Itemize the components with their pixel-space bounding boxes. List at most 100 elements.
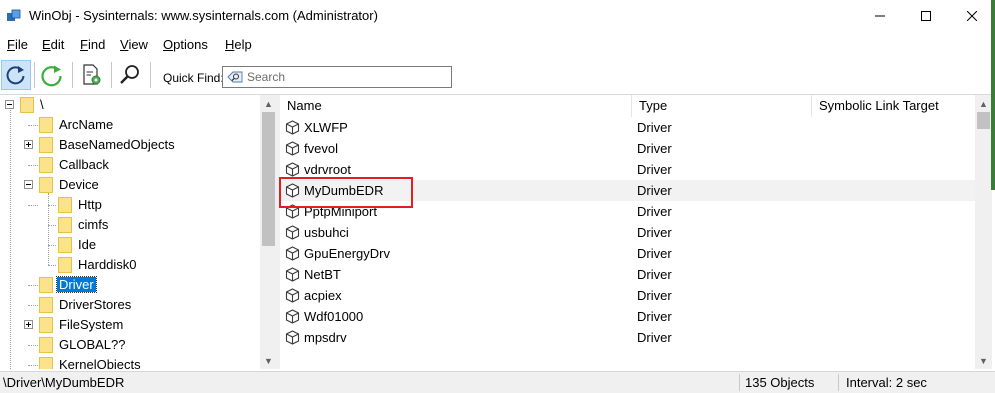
- cell-type: Driver: [637, 141, 672, 156]
- driver-object-icon: [285, 330, 300, 345]
- driver-object-icon: [285, 141, 300, 156]
- minimize-icon: [875, 15, 885, 17]
- status-bar: \Driver\MyDumbEDR 135 Objects Interval: …: [0, 371, 995, 393]
- refresh-button[interactable]: [1, 60, 31, 90]
- properties-button[interactable]: [76, 60, 106, 90]
- column-header-symlink-target[interactable]: Symbolic Link Target: [812, 95, 975, 117]
- tree-item-label: ArcName: [59, 117, 114, 132]
- cell-name: mpsdrv: [304, 330, 347, 345]
- auto-refresh-button[interactable]: [37, 60, 67, 90]
- table-row[interactable]: NetBT Driver: [280, 264, 975, 285]
- expand-icon[interactable]: [24, 320, 33, 329]
- collapse-icon[interactable]: [24, 180, 33, 189]
- cell-name: XLWFP: [304, 120, 348, 135]
- driver-object-icon: [285, 225, 300, 240]
- scroll-down-icon[interactable]: ▼: [260, 352, 277, 369]
- tree-item-label: FileSystem: [59, 317, 124, 332]
- find-icon: [120, 65, 139, 84]
- menu-file[interactable]: File: [7, 37, 28, 52]
- tree-item-label: Harddisk0: [78, 257, 137, 272]
- maximize-icon: [921, 11, 931, 21]
- tree-item-global[interactable]: GLOBAL??: [0, 335, 260, 355]
- table-row[interactable]: mpsdrv Driver: [280, 327, 975, 348]
- folder-icon: [39, 137, 53, 153]
- status-separator: [739, 374, 740, 391]
- tree-item-label: cimfs: [78, 217, 109, 232]
- winobj-app-icon: [7, 9, 21, 21]
- driver-object-icon: [285, 288, 300, 303]
- background-window-edge: [991, 0, 995, 190]
- cell-type: Driver: [637, 246, 672, 261]
- menu-find[interactable]: Find: [80, 37, 105, 52]
- tree-item-filesystem[interactable]: FileSystem: [0, 315, 260, 335]
- table-row[interactable]: GpuEnergyDrv Driver: [280, 243, 975, 264]
- toolbar-separator: [150, 62, 151, 88]
- title-bar: WinObj - Sysinternals: www.sysinternals.…: [0, 0, 995, 32]
- folder-icon: [58, 197, 72, 213]
- tree-item-cimfs[interactable]: cimfs: [0, 215, 260, 235]
- tree-item-callback[interactable]: Callback: [0, 155, 260, 175]
- scroll-thumb[interactable]: [262, 112, 275, 246]
- driver-object-icon: [285, 162, 300, 177]
- folder-icon: [20, 97, 34, 113]
- tree-item-label: Callback: [59, 157, 109, 172]
- tree-item-label: DriverStores: [59, 297, 132, 312]
- cell-type: Driver: [637, 162, 672, 177]
- tree-item-arcname[interactable]: ArcName: [0, 115, 260, 135]
- menu-help[interactable]: Help: [225, 37, 252, 52]
- driver-object-icon: [285, 246, 300, 261]
- driver-object-icon: [285, 120, 300, 135]
- folder-icon: [58, 217, 72, 233]
- collapse-icon[interactable]: [5, 100, 14, 109]
- scroll-up-icon[interactable]: ▲: [260, 95, 277, 112]
- toolbar-separator: [72, 62, 73, 88]
- quick-find-input[interactable]: [247, 69, 447, 85]
- tree-item-driverstores[interactable]: DriverStores: [0, 295, 260, 315]
- tree-item-root[interactable]: \: [0, 95, 260, 115]
- tree-item-label: BaseNamedObjects: [59, 137, 175, 152]
- table-row[interactable]: fvevol Driver: [280, 138, 975, 159]
- tree-item-basenamedobjects[interactable]: BaseNamedObjects: [0, 135, 260, 155]
- column-header-name[interactable]: Name: [280, 95, 632, 117]
- expand-icon[interactable]: [24, 140, 33, 149]
- cell-name: GpuEnergyDrv: [304, 246, 390, 261]
- properties-icon: [83, 64, 101, 85]
- status-refresh-interval: Interval: 2 sec: [846, 375, 927, 390]
- cell-name: acpiex: [304, 288, 342, 303]
- scroll-down-icon[interactable]: ▼: [975, 352, 992, 369]
- cell-name: vdrvroot: [304, 162, 351, 177]
- tree-item-label: KernelObjects: [59, 357, 141, 369]
- menu-edit[interactable]: Edit: [42, 37, 64, 52]
- object-list[interactable]: Name Type Symbolic Link Target XLWFP Driv…: [280, 95, 995, 369]
- cell-type: Driver: [637, 288, 672, 303]
- object-tree[interactable]: \ ArcName BaseNamedObjects Callback Devi…: [0, 95, 277, 369]
- maximize-button[interactable]: [903, 0, 949, 32]
- menu-options[interactable]: Options: [163, 37, 208, 52]
- quick-find-box[interactable]: [222, 66, 452, 88]
- list-scrollbar[interactable]: ▲ ▼: [975, 95, 992, 369]
- search-icon: [227, 71, 243, 83]
- cell-name: Wdf01000: [304, 309, 364, 324]
- tree-item-ide[interactable]: Ide: [0, 235, 260, 255]
- annotation-highlight-box: [279, 177, 413, 208]
- cell-type: Driver: [637, 330, 672, 345]
- tree-item-device[interactable]: Device: [0, 175, 260, 195]
- tree-item-http[interactable]: Http: [0, 195, 260, 215]
- tree-item-driver[interactable]: Driver: [0, 275, 260, 295]
- tree-item-label: Ide: [78, 237, 97, 252]
- tree-scrollbar[interactable]: ▲ ▼: [260, 95, 277, 369]
- minimize-button[interactable]: [857, 0, 903, 32]
- tree-item-kernelobjects[interactable]: KernelObjects: [0, 355, 260, 369]
- table-row[interactable]: usbuhci Driver: [280, 222, 975, 243]
- toolbar: [0, 58, 995, 95]
- table-row[interactable]: Wdf01000 Driver: [280, 306, 975, 327]
- find-button[interactable]: [115, 60, 145, 90]
- scroll-thumb[interactable]: [977, 112, 990, 129]
- scroll-up-icon[interactable]: ▲: [975, 95, 992, 112]
- tree-item-harddisk0[interactable]: Harddisk0: [0, 255, 260, 275]
- table-row[interactable]: XLWFP Driver: [280, 117, 975, 138]
- menu-view[interactable]: View: [120, 37, 148, 52]
- table-row[interactable]: acpiex Driver: [280, 285, 975, 306]
- close-button[interactable]: [949, 0, 995, 32]
- column-header-type[interactable]: Type: [632, 95, 812, 117]
